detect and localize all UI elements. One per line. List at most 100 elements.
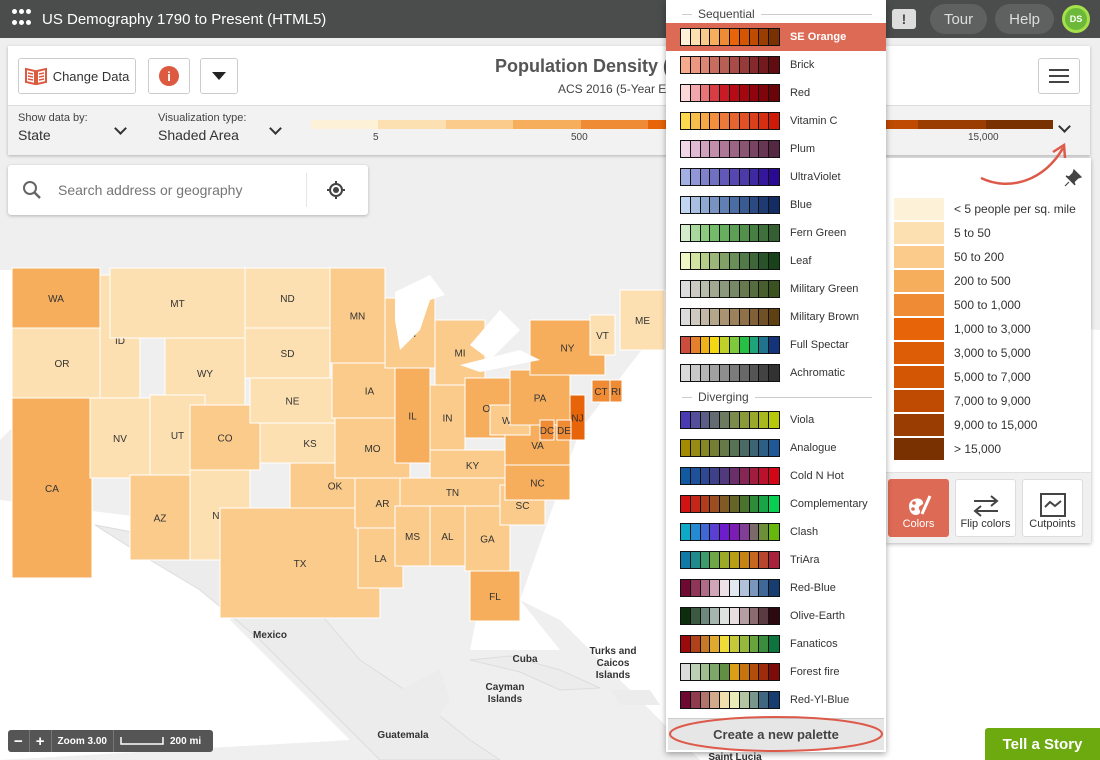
palette-name: Viola	[789, 414, 815, 426]
palette-option[interactable]: Viola	[666, 406, 886, 434]
place-label: Mexico	[253, 630, 287, 641]
palette-option[interactable]: Red	[666, 79, 886, 107]
user-avatar[interactable]: DS	[1062, 5, 1090, 33]
legend-label: 9,000 to 15,000	[954, 418, 1038, 432]
legend-item: 5 to 50	[894, 222, 991, 244]
palette-brush-icon	[908, 495, 931, 516]
flip-colors-button[interactable]: Flip colors	[955, 479, 1016, 537]
scale-swatch	[311, 120, 379, 129]
search-input[interactable]	[58, 177, 298, 203]
place-label: Caicos	[597, 658, 630, 669]
palette-name: Military Green	[789, 283, 859, 295]
palette-option[interactable]: Achromatic	[666, 359, 886, 387]
palette-option[interactable]: Cold N Hot	[666, 462, 886, 490]
palette-option[interactable]: TriAra	[666, 546, 886, 574]
palette-option[interactable]: Vitamin C	[666, 107, 886, 135]
locate-crosshair-icon[interactable]	[326, 180, 346, 200]
palette-name: Fanaticos	[789, 638, 838, 650]
legend-item: 200 to 500	[894, 270, 1011, 292]
divider	[306, 173, 307, 207]
palette-option[interactable]: Forest fire	[666, 658, 886, 686]
place-label: Guatemala	[377, 730, 429, 741]
zoom-in-button[interactable]: +	[30, 730, 52, 752]
state-label: NC	[530, 479, 544, 490]
visualization-type-value: Shaded Area	[158, 127, 239, 143]
zoom-control-bar: − + Zoom 3.00 200 mi	[8, 730, 213, 752]
palette-option[interactable]: Brick	[666, 51, 886, 79]
book-icon	[24, 67, 47, 85]
colors-button[interactable]: Colors	[888, 479, 949, 537]
palette-swatches	[680, 663, 780, 681]
palette-name: Blue	[789, 199, 812, 211]
zoom-out-button[interactable]: −	[8, 730, 30, 752]
legend-swatch	[894, 438, 944, 460]
legend-label: 3,000 to 5,000	[954, 346, 1031, 360]
palette-name: Fern Green	[789, 227, 847, 239]
show-data-by-label: Show data by:	[18, 112, 88, 124]
palette-swatches	[680, 140, 780, 158]
colors-label: Colors	[902, 518, 935, 530]
place-label: Islands	[488, 694, 523, 705]
palette-name: Forest fire	[789, 666, 840, 678]
palette-swatches	[680, 551, 780, 569]
state-label: SD	[281, 349, 295, 360]
map-scale: 200 mi	[114, 730, 207, 752]
scale-swatch	[985, 120, 1053, 129]
legend-item: 50 to 200	[894, 246, 1004, 268]
more-options-button[interactable]	[200, 58, 238, 94]
tell-a-story-button[interactable]: Tell a Story	[985, 728, 1100, 760]
palette-name: Achromatic	[789, 367, 845, 379]
cutpoints-button[interactable]: Cutpoints	[1022, 479, 1083, 537]
palette-option[interactable]: Complementary	[666, 490, 886, 518]
tour-button[interactable]: Tour	[929, 4, 988, 34]
caret-down-icon	[212, 72, 226, 80]
feedback-icon[interactable]: !	[891, 9, 916, 29]
palette-option[interactable]: Blue	[666, 191, 886, 219]
palette-option[interactable]: Red-Yl-Blue	[666, 686, 886, 714]
change-data-label: Change Data	[52, 68, 130, 84]
hamburger-icon	[1049, 69, 1069, 71]
palette-name: Brick	[789, 59, 815, 71]
state-label: MT	[170, 299, 184, 310]
palette-option[interactable]: Olive-Earth	[666, 602, 886, 630]
state-label: LA	[374, 554, 387, 565]
help-button[interactable]: Help	[995, 4, 1054, 34]
state-label: UT	[171, 431, 184, 442]
palette-option[interactable]: Red-Blue	[666, 574, 886, 602]
palette-option[interactable]: Analogue	[666, 434, 886, 462]
apps-grid-icon[interactable]	[12, 9, 32, 29]
map-subtitle: ACS 2016 (5-Year Es	[558, 82, 673, 96]
state-label: MS	[405, 532, 420, 543]
state-label: TX	[294, 559, 307, 570]
state-label: IA	[365, 387, 375, 398]
palette-option[interactable]: Plum	[666, 135, 886, 163]
legend-label: < 5 people per sq. mile	[954, 202, 1076, 216]
expand-legend-chevron-icon[interactable]	[1058, 120, 1071, 133]
palette-swatches	[680, 336, 780, 354]
state-label: NJ	[571, 414, 583, 425]
palette-swatches	[680, 56, 780, 74]
palette-option[interactable]: UltraViolet	[666, 163, 886, 191]
palette-name: Olive-Earth	[789, 610, 845, 622]
palette-swatches	[680, 280, 780, 298]
palette-option[interactable]: SE Orange	[666, 23, 886, 51]
state-label: CT	[594, 387, 607, 398]
state-label: PA	[534, 394, 547, 405]
place-label: Islands	[596, 670, 631, 681]
info-button[interactable]: i	[148, 58, 190, 94]
palette-option[interactable]: Fanaticos	[666, 630, 886, 658]
palette-option[interactable]: Leaf	[666, 247, 886, 275]
palette-option[interactable]: Full Spectar	[666, 331, 886, 359]
state-label: NE	[286, 397, 300, 408]
show-data-by-select[interactable]: Show data by: State	[18, 112, 133, 143]
palette-option[interactable]: Fern Green	[666, 219, 886, 247]
palette-name: Red-Yl-Blue	[789, 694, 850, 706]
state-label: NV	[113, 434, 127, 445]
state-label: CO	[218, 434, 233, 445]
palette-option[interactable]: Clash	[666, 518, 886, 546]
menu-button[interactable]	[1038, 58, 1080, 94]
palette-option[interactable]: Military Brown	[666, 303, 886, 331]
palette-option[interactable]: Military Green	[666, 275, 886, 303]
change-data-button[interactable]: Change Data	[18, 58, 136, 94]
visualization-type-select[interactable]: Visualization type: Shaded Area	[158, 112, 288, 143]
